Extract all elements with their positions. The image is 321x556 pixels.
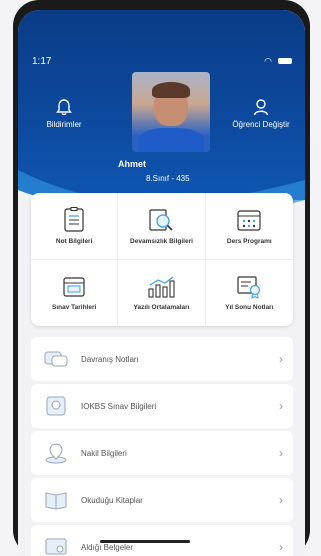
student-name: Ahmet <box>118 159 147 169</box>
student-avatar <box>132 72 210 152</box>
books-icon <box>45 492 67 510</box>
list-item-books[interactable]: Okuduğu Kitaplar › <box>31 478 293 522</box>
chevron-right-icon: › <box>279 399 283 413</box>
list-label: Okuduğu Kitaplar <box>81 495 143 505</box>
home-indicator[interactable] <box>100 540 190 543</box>
exam-dates-icon <box>63 277 85 297</box>
grid-label: Not Bilgileri <box>55 237 93 245</box>
battery-icon <box>278 58 292 64</box>
notifications-button[interactable]: Bildirimler <box>24 98 104 129</box>
certificates-icon <box>45 538 67 555</box>
class-info: 8.Sınıf - 435 <box>146 174 190 183</box>
grid-item-year-end[interactable]: Yıl Sonu Notları <box>206 260 293 327</box>
list-label: Nakil Bilgileri <box>81 448 127 458</box>
grid-item-grades[interactable]: Not Bilgileri <box>31 193 119 260</box>
averages-icon <box>148 276 176 298</box>
list-label: IOKBS Sınav Bilgileri <box>81 401 157 411</box>
wifi-icon: ◠ <box>264 55 272 66</box>
grid-label: Devamsızlık Bilgileri <box>130 237 193 245</box>
transfer-icon <box>45 443 67 464</box>
user-icon <box>253 99 269 116</box>
list-label: Davranış Notları <box>81 354 139 364</box>
list-label: Aldığı Belgeler <box>81 542 134 552</box>
grid-label: Sınav Tarihleri <box>52 303 97 311</box>
notifications-label: Bildirimler <box>46 120 82 129</box>
chevron-right-icon: › <box>279 352 283 366</box>
app-screen: 1:17 ◠ Bildirimler Öğrenci Değiştir Ahme… <box>18 10 305 556</box>
grid-label: Yazılı Ortalamaları <box>133 303 190 311</box>
chevron-right-icon: › <box>279 540 283 554</box>
status-bar: 1:17 ◠ <box>32 54 292 68</box>
change-student-label: Öğrenci Değiştir <box>232 120 290 129</box>
grid-label: Ders Programı <box>226 237 272 245</box>
chevron-right-icon: › <box>279 446 283 460</box>
grid-item-exam-dates[interactable]: Sınav Tarihleri <box>31 259 119 326</box>
attendance-icon <box>149 209 174 231</box>
list-item-iokbs[interactable]: IOKBS Sınav Bilgileri › <box>31 384 293 428</box>
menu-grid: Not Bilgileri Devamsızlık Bilgileri Ders… <box>31 193 293 326</box>
schedule-icon <box>237 210 261 231</box>
behavior-icon <box>44 351 68 367</box>
status-time: 1:17 <box>32 55 52 67</box>
grid-item-averages[interactable]: Yazılı Ortalamaları <box>118 259 206 326</box>
change-student-button[interactable]: Öğrenci Değiştir <box>221 98 301 129</box>
iokbs-icon <box>46 396 66 416</box>
grid-label: Yıl Sonu Notları <box>225 303 274 311</box>
chevron-right-icon: › <box>279 493 283 507</box>
bell-icon <box>56 99 72 116</box>
grades-icon <box>64 206 84 232</box>
list-item-transfer[interactable]: Nakil Bilgileri › <box>31 431 293 475</box>
year-end-icon <box>237 276 261 299</box>
list-item-behavior[interactable]: Davranış Notları › <box>31 337 293 381</box>
grid-item-attendance[interactable]: Devamsızlık Bilgileri <box>118 193 206 260</box>
grid-item-schedule[interactable]: Ders Programı <box>205 193 293 260</box>
